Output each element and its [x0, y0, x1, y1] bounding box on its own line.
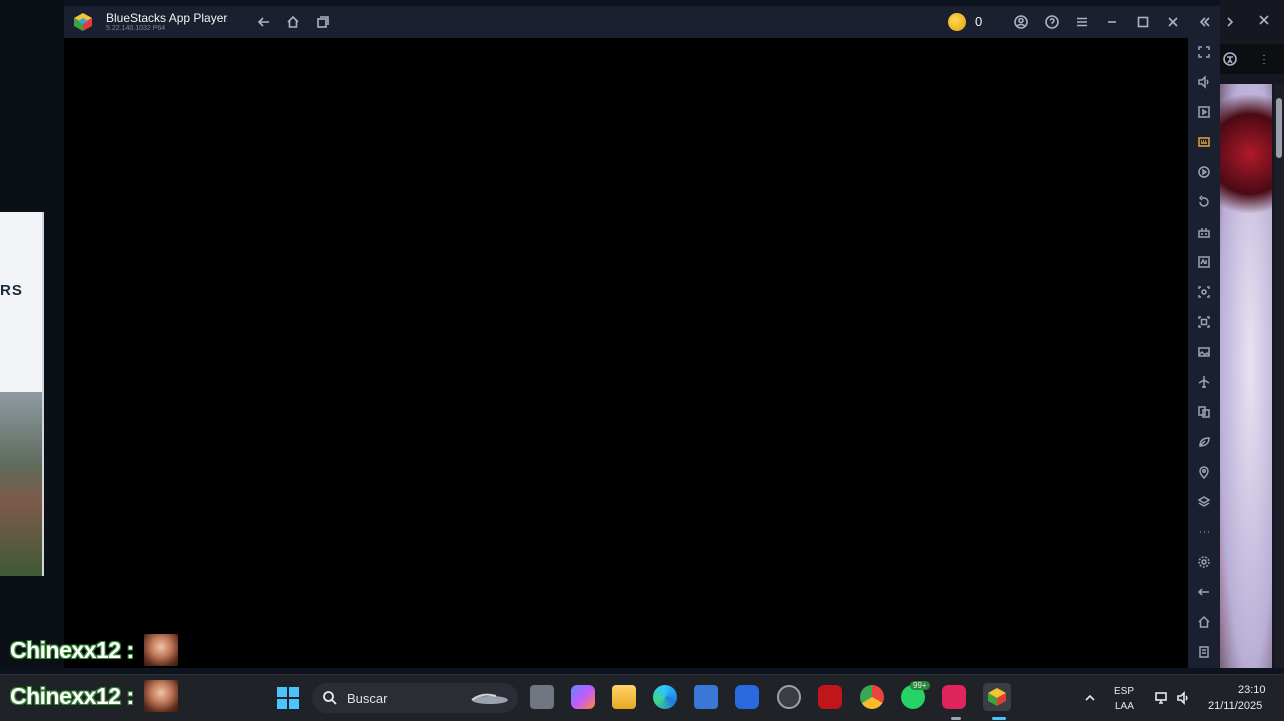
more-icon[interactable]: [1195, 523, 1213, 541]
recent-apps-icon[interactable]: [1195, 643, 1213, 661]
whatsapp-badge: 99+: [910, 681, 930, 690]
bluestacks-taskbar-icon[interactable]: [983, 683, 1011, 711]
account-icon[interactable]: [1011, 12, 1031, 32]
collapse-sidebar-icon[interactable]: [1194, 12, 1214, 32]
game-display-area[interactable]: [64, 38, 1188, 668]
back-icon[interactable]: [1195, 583, 1213, 601]
media-manager-icon[interactable]: [1195, 103, 1213, 121]
close-icon[interactable]: [1254, 10, 1274, 30]
background-toolbar: [1220, 44, 1284, 74]
airplane-icon[interactable]: [1195, 373, 1213, 391]
coin-icon[interactable]: [948, 13, 966, 31]
multi-instance-icon[interactable]: [1195, 403, 1213, 421]
scrollbar[interactable]: [1274, 84, 1284, 668]
app-red-icon[interactable]: [818, 685, 842, 709]
help-icon[interactable]: [1042, 12, 1062, 32]
search-icon: [322, 690, 338, 706]
background-photo: [0, 392, 42, 576]
screenshot-icon[interactable]: [1195, 283, 1213, 301]
back-arrow-icon[interactable]: [254, 12, 274, 32]
eco-mode-icon[interactable]: [1195, 433, 1213, 451]
chat-username: Chinexx12 :: [10, 682, 134, 709]
volume-icon[interactable]: [1195, 73, 1213, 91]
steam-icon[interactable]: [777, 685, 801, 709]
chrome-icon[interactable]: [860, 685, 884, 709]
more-vertical-icon[interactable]: [1254, 49, 1274, 69]
windows-start-icon[interactable]: [276, 686, 300, 710]
layers-icon[interactable]: [1195, 493, 1213, 511]
chevron-right-icon[interactable]: [1220, 12, 1240, 32]
taskbar-search-box[interactable]: Buscar: [312, 683, 518, 713]
record-icon[interactable]: [1195, 163, 1213, 181]
store-icon[interactable]: [694, 685, 718, 709]
background-window-right: [1220, 0, 1284, 668]
background-card: RS: [0, 212, 44, 576]
macro-icon[interactable]: [1195, 133, 1213, 151]
gallery-icon[interactable]: [1195, 343, 1213, 361]
minimize-icon[interactable]: [1102, 12, 1122, 32]
multi-instance-icon[interactable]: [313, 12, 333, 32]
close-icon[interactable]: [1163, 12, 1183, 32]
game-controls-icon[interactable]: [1195, 223, 1213, 241]
apk-install-icon[interactable]: [1195, 253, 1213, 271]
background-card-text: RS: [0, 282, 23, 299]
bluestacks-window: BlueStacks App Player 5.22.140.1032 P64 …: [64, 6, 1220, 668]
bluestacks-logo-icon: [72, 12, 94, 32]
chat-message: Chinexx12 :: [10, 680, 178, 712]
bluestacks-sidebar: [1188, 38, 1220, 668]
clock-date[interactable]: 21/11/2025: [1208, 700, 1262, 712]
clock-time[interactable]: 23:10: [1238, 684, 1266, 696]
fullscreen-icon[interactable]: [1195, 43, 1213, 61]
settings-icon[interactable]: [1195, 553, 1213, 571]
search-highlight-icon: [471, 693, 508, 704]
chat-username: Chinexx12 :: [10, 636, 134, 663]
chat-avatar: [143, 634, 178, 666]
app-title: BlueStacks App Player: [106, 11, 228, 25]
menu-icon[interactable]: [1072, 12, 1092, 32]
coin-count: 0: [975, 14, 983, 29]
home-icon[interactable]: [1195, 613, 1213, 631]
windows-taskbar: Buscar 99+ ESP LAA 23:10 21/11/2025: [0, 674, 1284, 721]
chat-avatar: [143, 680, 178, 712]
speaker-icon[interactable]: [1173, 688, 1193, 708]
language-indicator[interactable]: ESP: [1114, 686, 1134, 697]
title-bar[interactable]: BlueStacks App Player 5.22.140.1032 P64 …: [64, 6, 1220, 38]
tiktok-icon[interactable]: [942, 685, 966, 709]
maximize-icon[interactable]: [1133, 12, 1153, 32]
background-window-left: RS: [0, 0, 64, 668]
game-artwork: [1220, 84, 1272, 668]
task-view-icon[interactable]: [530, 685, 554, 709]
search-placeholder: Buscar: [347, 691, 388, 706]
chevron-up-icon[interactable]: [1080, 688, 1100, 708]
chat-message: Chinexx12 :: [10, 634, 178, 666]
home-icon[interactable]: [283, 12, 303, 32]
keyboard-layout[interactable]: LAA: [1115, 701, 1134, 712]
network-icon[interactable]: [1151, 688, 1171, 708]
replay-icon[interactable]: [1195, 193, 1213, 211]
screen-record-icon[interactable]: [1195, 313, 1213, 331]
accessibility-icon[interactable]: [1220, 49, 1240, 69]
location-icon[interactable]: [1195, 463, 1213, 481]
app-version: 5.22.140.1032 P64: [106, 25, 166, 32]
copilot-icon[interactable]: [571, 685, 595, 709]
mail-icon[interactable]: [735, 685, 759, 709]
file-explorer-icon[interactable]: [612, 685, 636, 709]
scrollbar-thumb[interactable]: [1276, 98, 1282, 158]
edge-icon[interactable]: [653, 685, 677, 709]
